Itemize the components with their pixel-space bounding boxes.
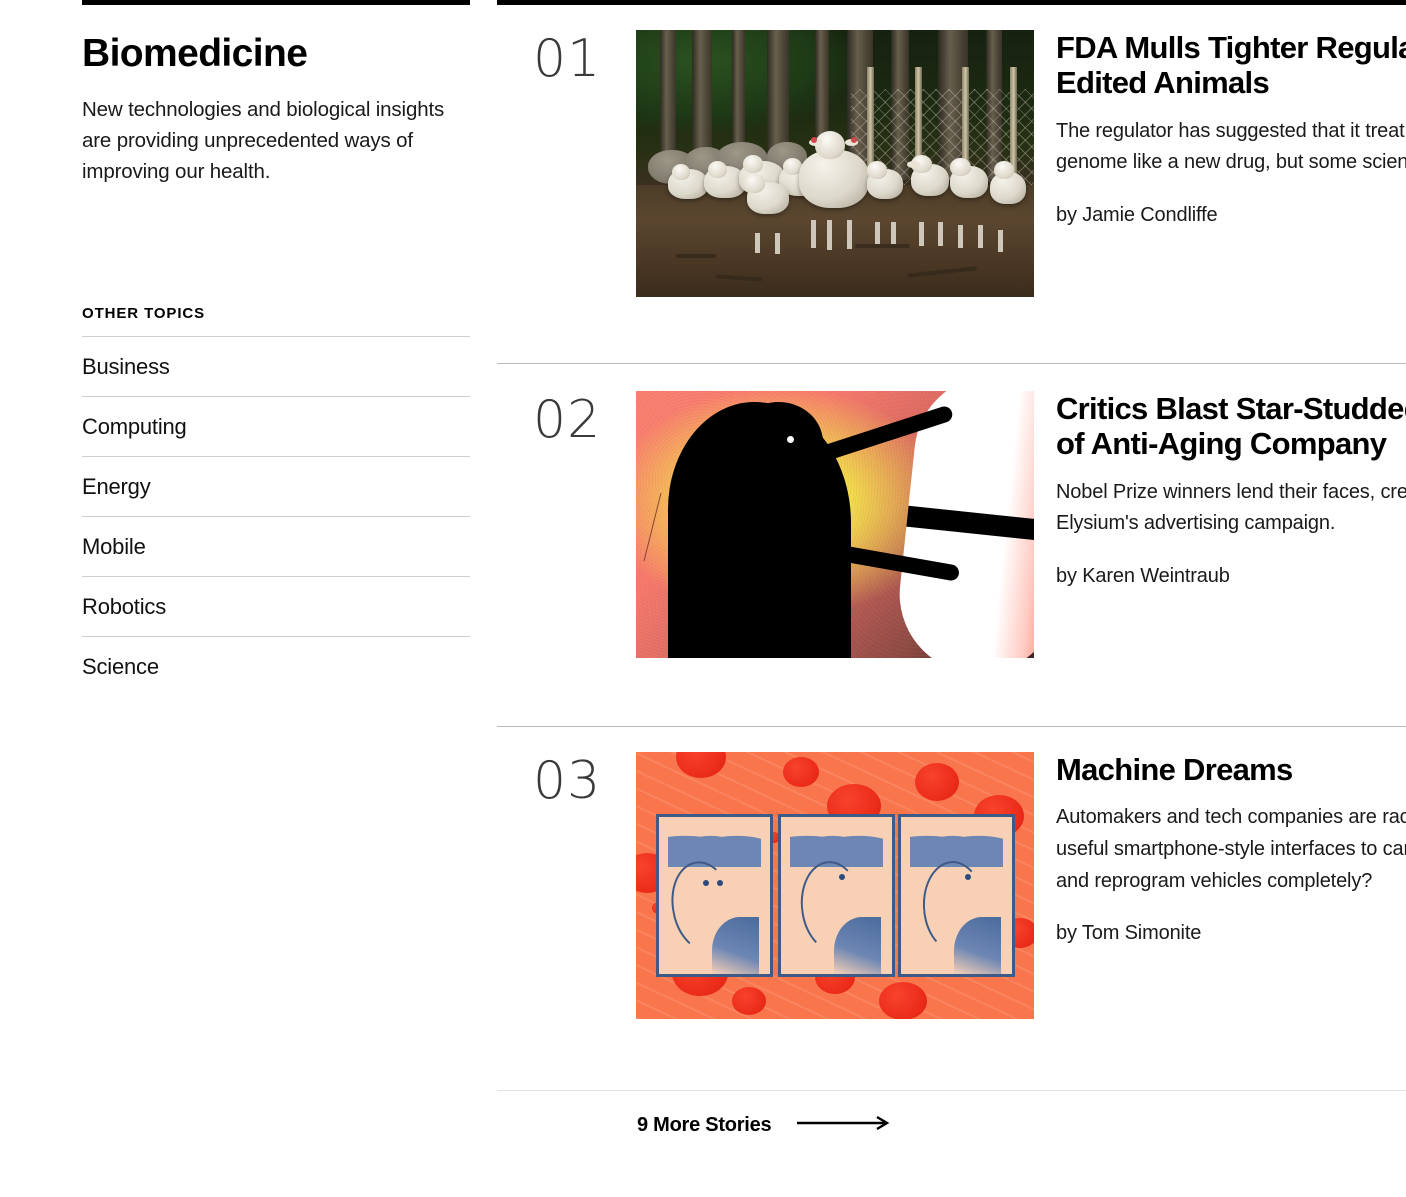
page-root: Biomedicine New technologies and biologi… [0,0,1406,1197]
story-text-1: FDA Mulls Tighter Regulation of Gene- Ed… [1034,30,1406,227]
other-topics-heading: OTHER TOPICS [82,305,206,323]
story-item-2[interactable]: 02 Critics Blast Star-Studded Endorsemen… [497,391,1406,658]
more-stories-divider [497,1090,1406,1091]
story-headline-1-line1[interactable]: FDA Mulls Tighter Regulation of Gene- [1056,30,1406,65]
sidebar-item-robotics[interactable]: Robotics [82,576,470,636]
story-text-2: Critics Blast Star-Studded Endorsement o… [1034,391,1406,588]
story-dek-2-line2: Elysium's advertising campaign. [1056,512,1336,535]
story-number-3: 03 [533,751,602,811]
story-number-2: 02 [533,390,602,450]
sidebar-item-science[interactable]: Science [82,636,470,696]
story-thumbnail-1[interactable] [636,30,1034,297]
story-dek-2-line1: Nobel Prize winners lend their faces, cr… [1056,480,1406,503]
story-divider-2 [497,726,1406,727]
story-dek-3-line2: useful smartphone-style interfaces to ca… [1056,837,1406,860]
story-number-1: 01 [533,29,602,89]
more-stories-section: 9 More Stories [497,1090,1406,1137]
other-topics-list: Business Computing Energy Mobile Robotic… [82,336,470,696]
story-dek-1-line2: genome like a new drug, but some scienti… [1056,151,1406,174]
story-thumbnail-3[interactable] [636,752,1034,1019]
story-item-1[interactable]: 01 FDA Mulls Tighter Regul Edited Animal… [497,30,1406,297]
sidebar-item-energy[interactable]: Energy [82,456,470,516]
section-description: New technologies and biological insights… [82,97,445,184]
story-text-3: Machine Dreams Automakers and tech compa… [1034,752,1406,945]
story-byline-2[interactable]: by Karen Weintraub [1056,565,1406,588]
face-panel-1 [656,814,773,977]
silhouette-opening-pill-illustration [636,391,1034,658]
face-panel-2 [778,814,895,977]
story-headline-2-line2[interactable]: of Anti-Aging Company [1056,426,1406,461]
more-stories-link[interactable]: 9 More Stories [637,1114,893,1137]
page-title: Biomedicine [82,32,308,75]
three-faces-blood-cells-illustration [636,752,1034,1019]
sidebar: Biomedicine New technologies and biologi… [82,0,470,696]
sidebar-item-business[interactable]: Business [82,336,470,396]
story-byline-1[interactable]: by Jamie Condliffe [1056,204,1406,227]
story-byline-3[interactable]: by Tom Simonite [1056,922,1406,945]
story-dek-1-line1: The regulator has suggested that it trea… [1056,119,1406,142]
sheep-lambs-forest-photo [636,30,1034,297]
story-item-3[interactable]: 03 Machine Dreams Automakers and tech co… [497,752,1406,1019]
section-top-rule [82,0,470,5]
face-panel-3 [898,814,1015,977]
sidebar-item-mobile[interactable]: Mobile [82,516,470,576]
story-list: 01 FDA Mulls Tighter Regul Edited Animal… [497,0,1406,1019]
sidebar-item-computing[interactable]: Computing [82,396,470,456]
story-headline-2-line1[interactable]: Critics Blast Star-Studded Endorsement [1056,391,1406,426]
story-list-top-rule [497,0,1406,5]
story-headline-3-line1[interactable]: Machine Dreams [1056,752,1406,787]
story-dek-3-line3: and reprogram vehicles completely? [1056,869,1373,892]
arrow-right-icon [797,1115,893,1136]
story-thumbnail-2[interactable] [636,391,1034,658]
story-dek-3-line1: Automakers and tech companies are racing… [1056,806,1406,829]
more-stories-label: 9 More Stories [637,1114,772,1136]
story-divider-1 [497,363,1406,364]
story-headline-1-line2[interactable]: Edited Animals [1056,65,1406,100]
